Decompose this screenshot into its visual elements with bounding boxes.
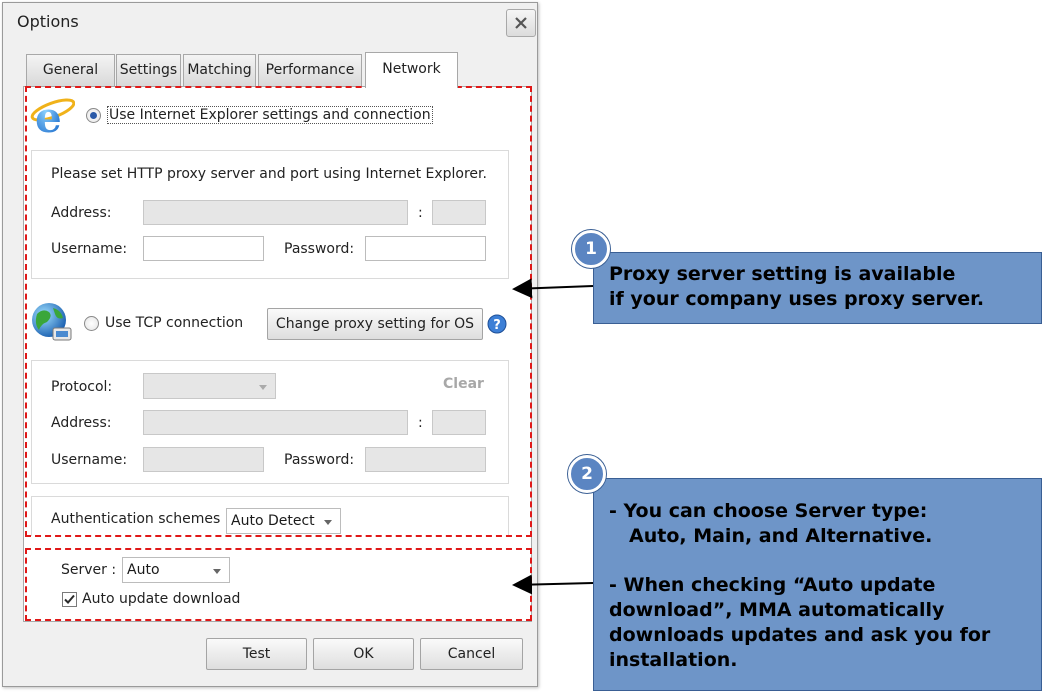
arrow-2: [512, 574, 594, 595]
tab-settings[interactable]: Settings: [116, 54, 181, 86]
dialog-title: Options: [17, 12, 79, 31]
callout-2-badge: 2: [568, 455, 606, 493]
cancel-button[interactable]: Cancel: [420, 638, 523, 670]
highlight-proxy-settings: [25, 86, 532, 537]
callout-1-line-2: if your company uses proxy server.: [609, 288, 985, 310]
callout-1-line-1: Proxy server setting is available: [609, 263, 956, 285]
close-button[interactable]: [506, 9, 536, 37]
callout-2-line-7: installation.: [609, 649, 738, 671]
test-button[interactable]: Test: [206, 638, 307, 670]
callout-1: Proxy server setting is available if you…: [593, 252, 1042, 324]
callout-2-line-2: Auto, Main, and Alternative.: [629, 525, 933, 547]
ok-button[interactable]: OK: [313, 638, 414, 670]
callout-2-spacer: [609, 549, 1041, 573]
callout-2-line-6: downloads updates and ask you for: [609, 624, 991, 646]
arrow-1: [512, 278, 594, 299]
tab-general[interactable]: General: [26, 54, 115, 86]
callout-2-line-4: - When checking “Auto update: [609, 574, 936, 596]
callout-2-line-1: - You can choose Server type:: [609, 500, 928, 522]
callout-2-line-5: download”, MMA automatically: [609, 599, 945, 621]
tab-network[interactable]: Network: [365, 52, 458, 88]
callout-arrows: [512, 278, 594, 595]
highlight-server-settings: [25, 548, 532, 621]
close-icon: [515, 17, 527, 29]
callout-2: - You can choose Server type: Auto, Main…: [593, 478, 1042, 691]
tab-performance[interactable]: Performance: [258, 54, 362, 86]
callout-1-badge: 1: [572, 230, 610, 268]
tab-matching[interactable]: Matching: [183, 54, 256, 86]
